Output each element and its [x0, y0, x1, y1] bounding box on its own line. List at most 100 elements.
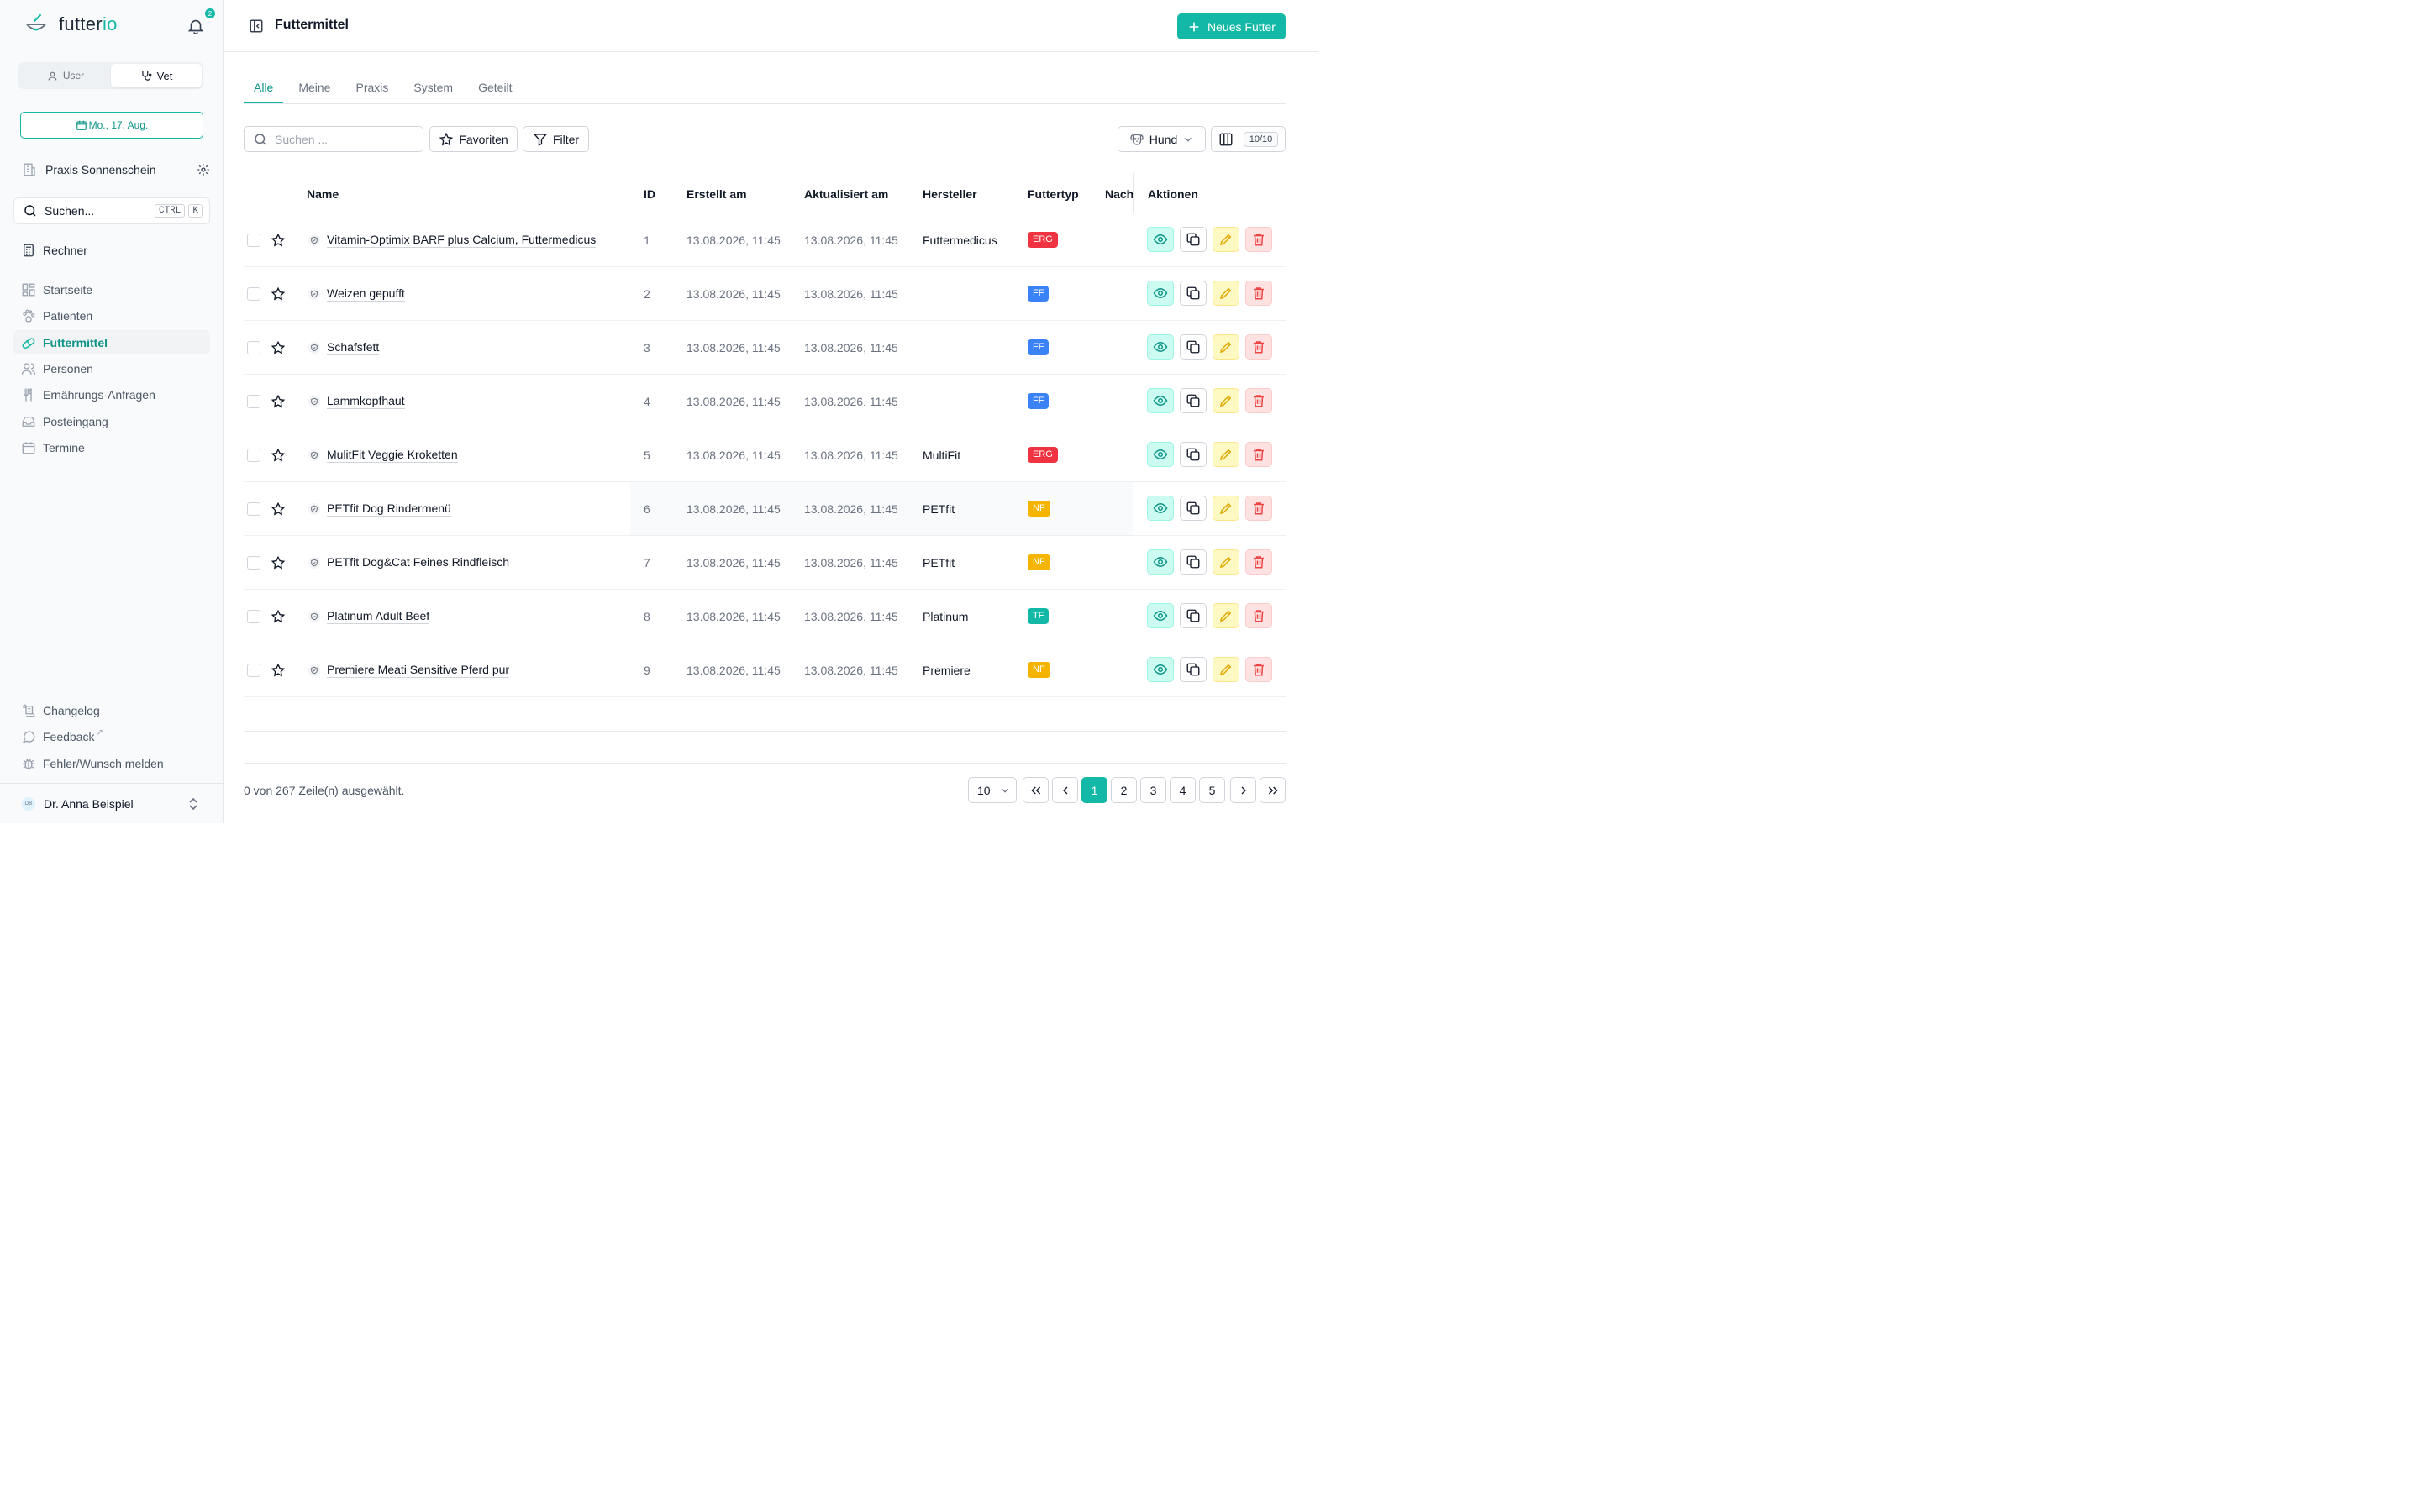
- sidebar-toggle-icon[interactable]: [249, 18, 264, 34]
- page-1-button[interactable]: 1: [1081, 777, 1107, 803]
- favorite-star-icon[interactable]: [271, 286, 286, 302]
- sidebar-search[interactable]: Suchen... CTRL K: [13, 197, 210, 224]
- column-header-next[interactable]: Nach: [1105, 187, 1134, 201]
- view-button[interactable]: [1147, 442, 1174, 467]
- row-checkbox[interactable]: [247, 663, 260, 677]
- sidebar-item-termine[interactable]: Termine: [13, 435, 210, 459]
- notifications-bell-icon[interactable]: [187, 17, 207, 37]
- sidebar-item-futtermittel[interactable]: Futtermittel: [13, 330, 210, 354]
- page-size-select[interactable]: 10: [968, 777, 1017, 803]
- view-button[interactable]: [1147, 603, 1174, 628]
- date-picker-button[interactable]: Mo., 17. Aug.: [20, 112, 203, 139]
- favorite-star-icon[interactable]: [271, 233, 286, 248]
- delete-button[interactable]: [1245, 603, 1272, 628]
- page-2-button[interactable]: 2: [1111, 777, 1137, 803]
- copy-button[interactable]: [1180, 281, 1207, 306]
- view-button[interactable]: [1147, 334, 1174, 360]
- view-button[interactable]: [1147, 281, 1174, 306]
- user-menu[interactable]: DB Dr. Anna Beispiel: [0, 783, 223, 823]
- copy-button[interactable]: [1180, 227, 1207, 252]
- delete-button[interactable]: [1245, 334, 1272, 360]
- role-user-button[interactable]: User: [20, 64, 111, 87]
- prev-page-button[interactable]: [1052, 777, 1078, 803]
- edit-button[interactable]: [1213, 388, 1239, 413]
- edit-button[interactable]: [1213, 496, 1239, 521]
- column-header-manufacturer[interactable]: Hersteller: [923, 187, 977, 201]
- food-name-link[interactable]: Schafsfett: [327, 340, 380, 355]
- last-page-button[interactable]: [1260, 777, 1286, 803]
- sidebar-item-patienten[interactable]: Patienten: [13, 303, 210, 328]
- edit-button[interactable]: [1213, 657, 1239, 682]
- row-checkbox[interactable]: [247, 233, 260, 247]
- row-checkbox[interactable]: [247, 286, 260, 301]
- sidebar-item-changelog[interactable]: Changelog: [13, 698, 210, 722]
- food-name-link[interactable]: MulitFit Veggie Kroketten: [327, 448, 458, 463]
- copy-button[interactable]: [1180, 657, 1207, 682]
- favorite-star-icon[interactable]: [271, 609, 286, 624]
- favorite-star-icon[interactable]: [271, 663, 286, 678]
- practice-selector[interactable]: Praxis Sonnenschein: [22, 160, 210, 180]
- column-header-type[interactable]: Futtertyp: [1028, 187, 1079, 201]
- species-select[interactable]: Hund: [1118, 126, 1206, 152]
- favorite-star-icon[interactable]: [271, 555, 286, 570]
- delete-button[interactable]: [1245, 496, 1272, 521]
- next-page-button[interactable]: [1230, 777, 1256, 803]
- table-row[interactable]: Premiere Meati Sensitive Pferd pur 9 13.…: [244, 643, 1286, 697]
- page-4-button[interactable]: 4: [1170, 777, 1196, 803]
- edit-button[interactable]: [1213, 334, 1239, 360]
- delete-button[interactable]: [1245, 657, 1272, 682]
- tab-alle[interactable]: Alle: [244, 72, 284, 103]
- copy-button[interactable]: [1180, 603, 1207, 628]
- view-button[interactable]: [1147, 657, 1174, 682]
- sidebar-item-posteingang[interactable]: Posteingang: [13, 409, 210, 433]
- favorite-star-icon[interactable]: [271, 394, 286, 409]
- first-page-button[interactable]: [1023, 777, 1049, 803]
- new-food-button[interactable]: Neues Futter: [1177, 13, 1286, 39]
- row-checkbox[interactable]: [247, 394, 260, 408]
- row-checkbox[interactable]: [247, 609, 260, 623]
- table-row[interactable]: Schafsfett 3 13.08.2026, 11:45 13.08.202…: [244, 321, 1286, 375]
- column-header-updated[interactable]: Aktualisiert am: [804, 187, 888, 201]
- gear-icon[interactable]: [197, 163, 210, 176]
- table-row[interactable]: PETfit Dog&Cat Feines Rindfleisch 7 13.0…: [244, 536, 1286, 590]
- tab-geteilt[interactable]: Geteilt: [468, 72, 522, 103]
- table-row[interactable]: PETfit Dog Rindermenü 6 13.08.2026, 11:4…: [244, 482, 1286, 536]
- sidebar-item-feedback[interactable]: Feedback ↗: [13, 724, 210, 748]
- row-checkbox[interactable]: [247, 555, 260, 570]
- column-header-created[interactable]: Erstellt am: [687, 187, 747, 201]
- edit-button[interactable]: [1213, 442, 1239, 467]
- sidebar-item-personen[interactable]: Personen: [13, 356, 210, 381]
- table-search-input[interactable]: Suchen ...: [244, 126, 424, 152]
- tab-system[interactable]: System: [403, 72, 463, 103]
- edit-button[interactable]: [1213, 603, 1239, 628]
- food-name-link[interactable]: Vitamin-Optimix BARF plus Calcium, Futte…: [327, 233, 597, 248]
- table-row[interactable]: Platinum Adult Beef 8 13.08.2026, 11:45 …: [244, 590, 1286, 643]
- delete-button[interactable]: [1245, 442, 1272, 467]
- view-button[interactable]: [1147, 388, 1174, 413]
- food-name-link[interactable]: PETfit Dog Rindermenü: [327, 501, 451, 517]
- food-name-link[interactable]: Platinum Adult Beef: [327, 609, 430, 624]
- delete-button[interactable]: [1245, 281, 1272, 306]
- food-name-link[interactable]: Lammkopfhaut: [327, 394, 405, 409]
- table-row[interactable]: Weizen gepufft 2 13.08.2026, 11:45 13.08…: [244, 267, 1286, 321]
- row-checkbox[interactable]: [247, 340, 260, 354]
- sidebar-item-fehler-melden[interactable]: Fehler/Wunsch melden: [13, 751, 210, 775]
- row-checkbox[interactable]: [247, 501, 260, 516]
- view-button[interactable]: [1147, 549, 1174, 575]
- column-header-id[interactable]: ID: [644, 187, 655, 201]
- view-button[interactable]: [1147, 496, 1174, 521]
- delete-button[interactable]: [1245, 388, 1272, 413]
- favorite-star-icon[interactable]: [271, 448, 286, 463]
- sidebar-item-ernaehrungs-anfragen[interactable]: Ernährungs-Anfragen: [13, 382, 210, 407]
- edit-button[interactable]: [1213, 227, 1239, 252]
- logo[interactable]: futterio: [24, 12, 118, 37]
- tab-praxis[interactable]: Praxis: [346, 72, 399, 103]
- favorite-star-icon[interactable]: [271, 501, 286, 517]
- columns-toggle-button[interactable]: 10/10: [1211, 126, 1286, 152]
- table-row[interactable]: Vitamin-Optimix BARF plus Calcium, Futte…: [244, 213, 1286, 267]
- edit-button[interactable]: [1213, 549, 1239, 575]
- copy-button[interactable]: [1180, 549, 1207, 575]
- page-3-button[interactable]: 3: [1140, 777, 1166, 803]
- favorite-star-icon[interactable]: [271, 340, 286, 355]
- column-header-name[interactable]: Name: [307, 187, 339, 201]
